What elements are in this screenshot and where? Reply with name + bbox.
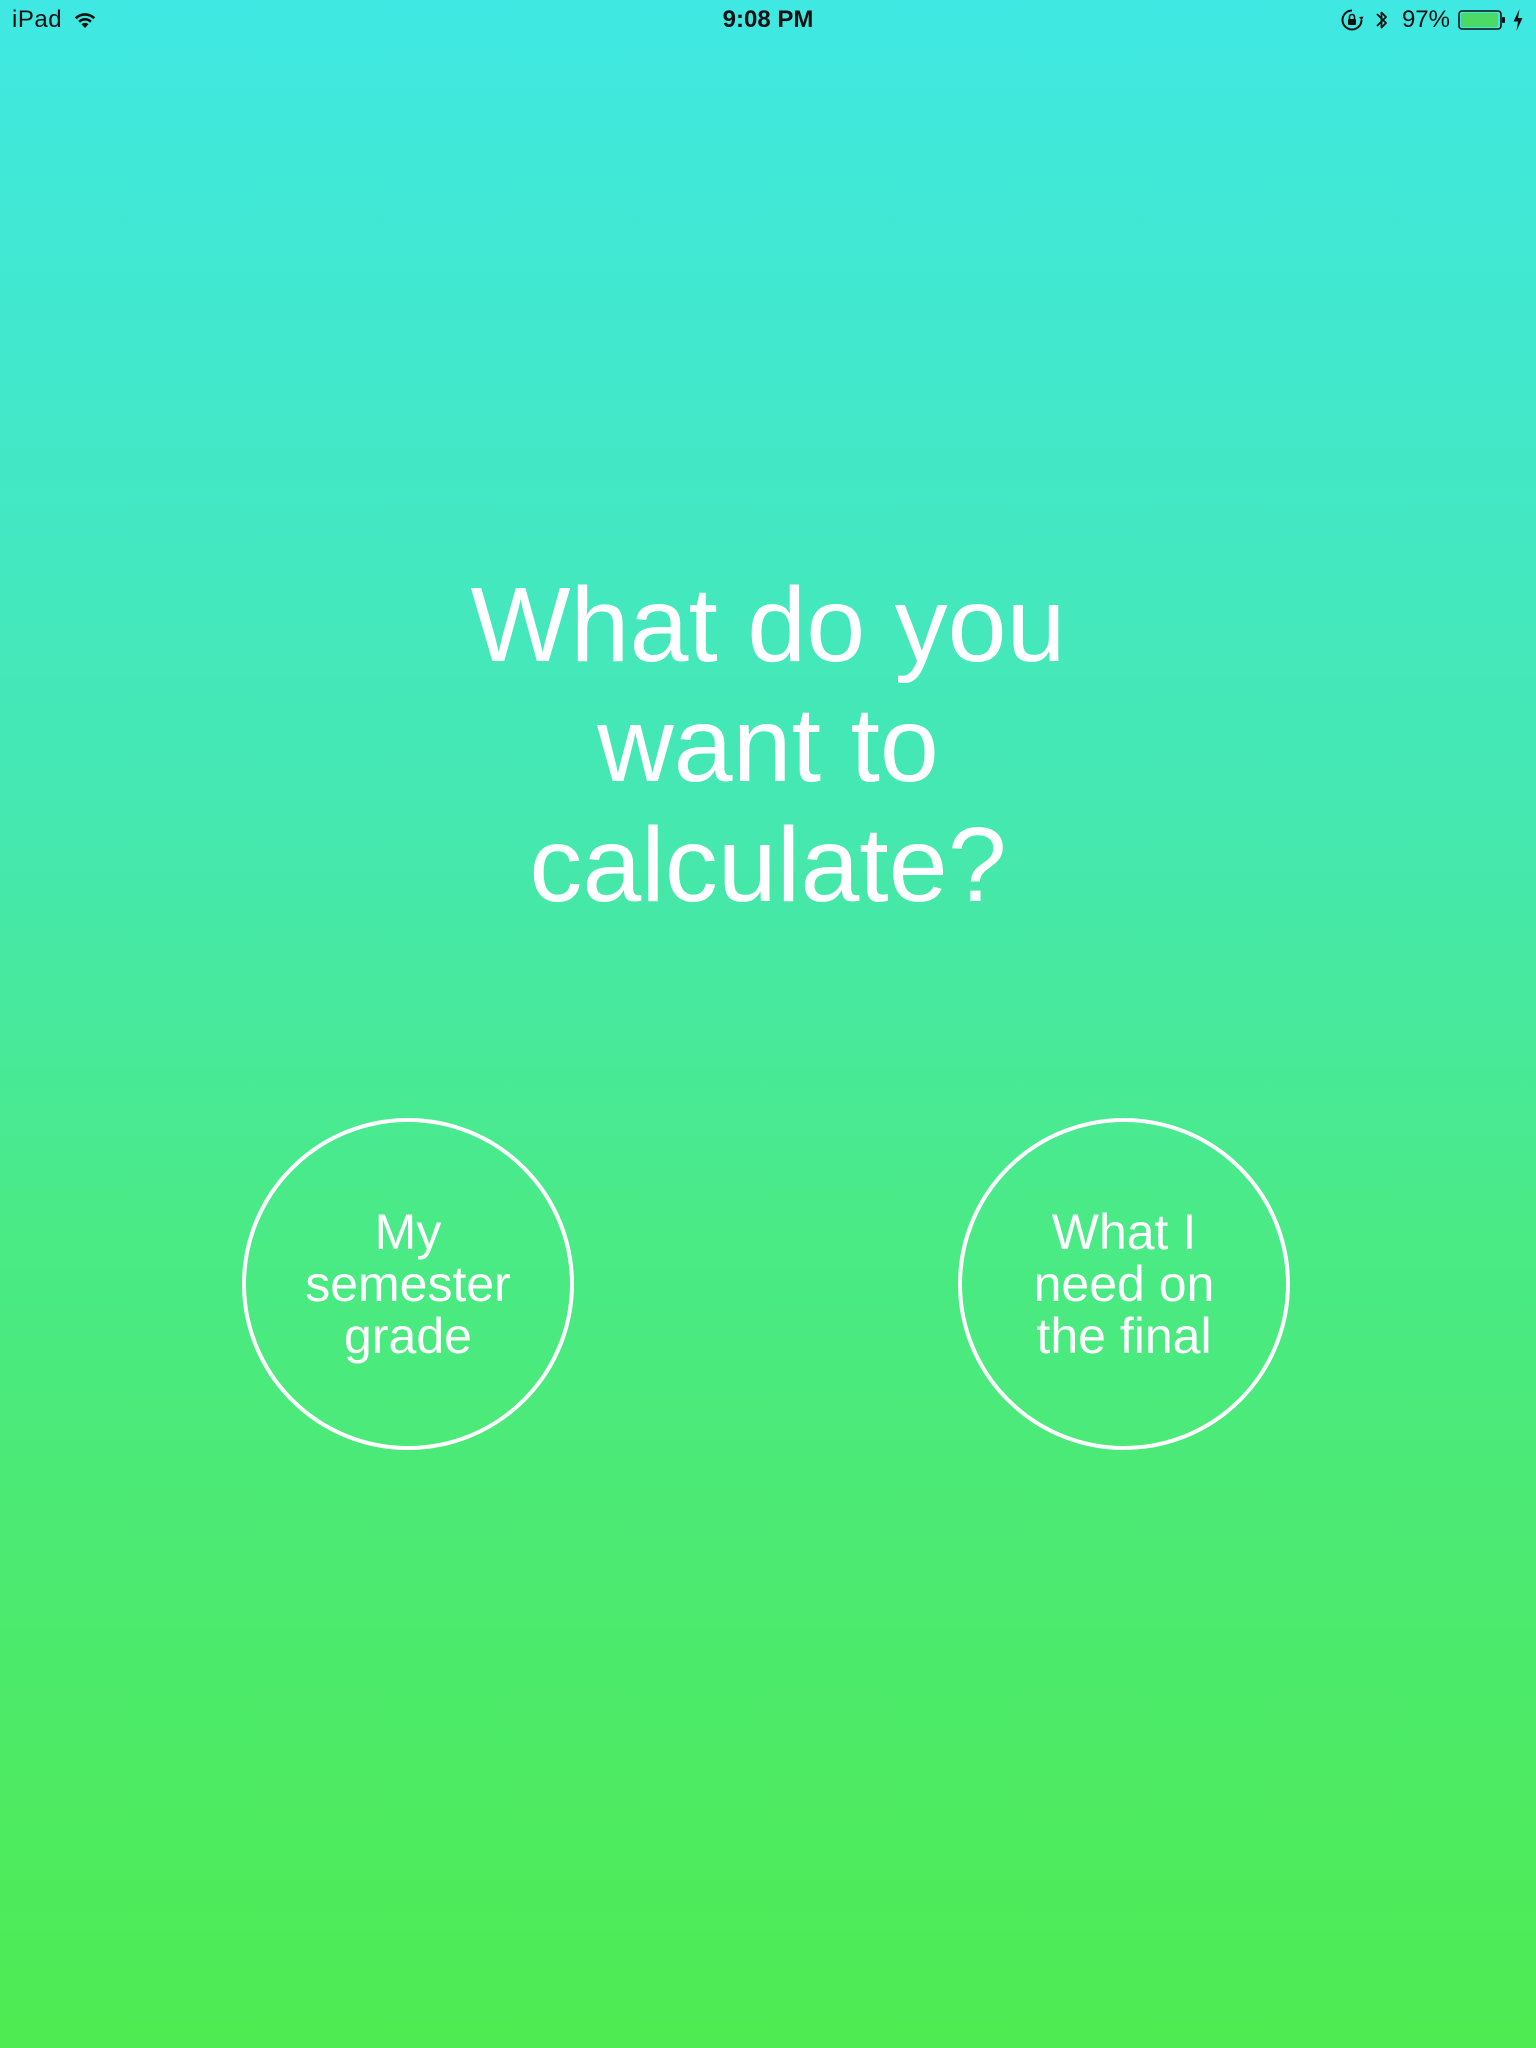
battery-icon bbox=[1458, 10, 1505, 30]
battery-fill bbox=[1461, 13, 1498, 27]
final-needed-label-line: What I bbox=[1051, 1204, 1197, 1260]
title-line: What do you bbox=[470, 566, 1066, 684]
title-line: calculate? bbox=[529, 806, 1007, 924]
status-right: 97% bbox=[1340, 6, 1524, 34]
semester-grade-label-line: grade bbox=[344, 1308, 472, 1364]
semester-grade-label-line: semester bbox=[305, 1256, 511, 1312]
final-needed-label-line: the final bbox=[1036, 1308, 1212, 1364]
semester-grade-label-line: My bbox=[374, 1204, 442, 1260]
orientation-lock-icon bbox=[1341, 9, 1364, 31]
final-needed-button[interactable]: What I need on the final bbox=[958, 1118, 1290, 1450]
status-bar: iPad 9:08 PM 97% bbox=[0, 0, 1536, 40]
final-needed-label-line: need on bbox=[1033, 1256, 1215, 1312]
charging-bolt-icon bbox=[1513, 9, 1523, 31]
bluetooth-icon bbox=[1376, 11, 1387, 29]
page-title: What do you want to calculate? bbox=[368, 565, 1168, 925]
semester-grade-button[interactable]: My semester grade bbox=[242, 1118, 574, 1450]
status-time: 9:08 PM bbox=[722, 6, 814, 33]
title-line: want to bbox=[597, 686, 939, 804]
battery-percentage: 97% bbox=[1401, 6, 1450, 33]
